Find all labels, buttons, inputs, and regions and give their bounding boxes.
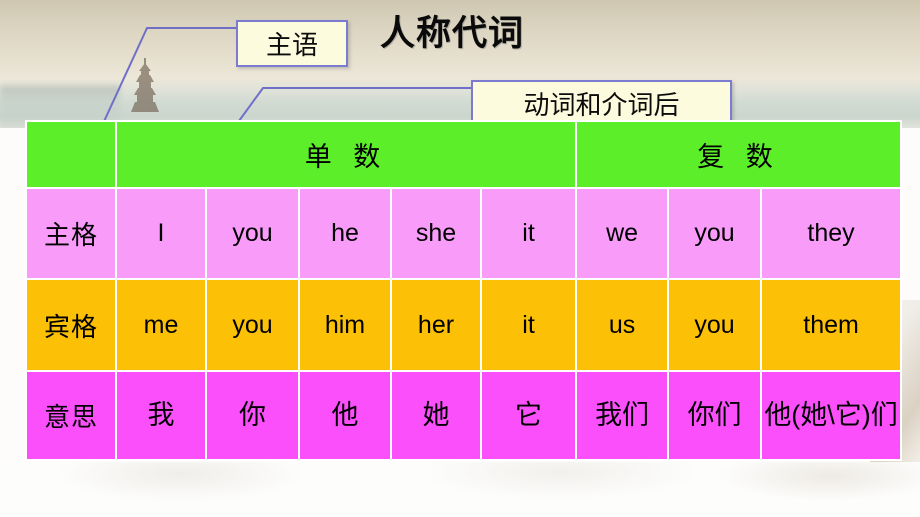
cell-subjective-5: it (479, 187, 578, 280)
row-label-objective: 宾格 (25, 278, 117, 372)
personal-pronoun-table: 单 数 复 数 主格 I you he she it we you they 宾… (25, 120, 903, 461)
cell-objective-6: us (575, 278, 670, 372)
header-plural-cell: 复 数 (575, 120, 903, 189)
cell-meaning-2: 你 (205, 370, 300, 461)
cell-meaning-6: 我们 (575, 370, 670, 461)
page-title: 人称代词 (380, 14, 525, 53)
cell-meaning-5: 它 (479, 370, 578, 461)
cell-subjective-4: she (390, 187, 482, 280)
cell-objective-7: you (667, 278, 763, 372)
pagoda-icon (131, 58, 159, 112)
cell-objective-5: it (479, 278, 578, 372)
cell-objective-4: her (390, 278, 482, 372)
cell-objective-8: them (760, 278, 903, 372)
header-singular-cell: 单 数 (114, 120, 578, 189)
header-corner-cell (25, 120, 117, 189)
cell-subjective-2: you (205, 187, 300, 280)
cell-subjective-1: I (115, 187, 207, 280)
cell-meaning-1: 我 (115, 370, 207, 461)
background-photo-bottom (0, 462, 920, 517)
row-label-meaning: 意思 (25, 370, 117, 461)
cell-subjective-8: they (760, 187, 903, 280)
cell-subjective-3: he (298, 187, 392, 280)
cell-meaning-8: 他(她\它)们 (760, 370, 903, 461)
table-row-subjective: 主格 I you he she it we you they (25, 187, 903, 280)
cell-subjective-6: we (575, 187, 670, 280)
table-header-row: 单 数 复 数 (25, 120, 903, 189)
table-row-objective: 宾格 me you him her it us you them (25, 278, 903, 372)
cell-meaning-3: 他 (298, 370, 392, 461)
cell-subjective-7: you (667, 187, 763, 280)
row-label-subjective: 主格 (25, 187, 117, 280)
table-row-meaning: 意思 我 你 他 她 它 我们 你们 他(她\它)们 (25, 370, 903, 461)
cell-meaning-7: 你们 (667, 370, 763, 461)
cell-meaning-4: 她 (390, 370, 482, 461)
cell-objective-2: you (205, 278, 300, 372)
cell-objective-1: me (115, 278, 207, 372)
cell-objective-3: him (298, 278, 392, 372)
callout-subject[interactable]: 主语 (236, 20, 348, 67)
slide-canvas: 人称代词 主语 动词和介词后 单 数 复 数 主格 I you he she i… (0, 0, 920, 517)
